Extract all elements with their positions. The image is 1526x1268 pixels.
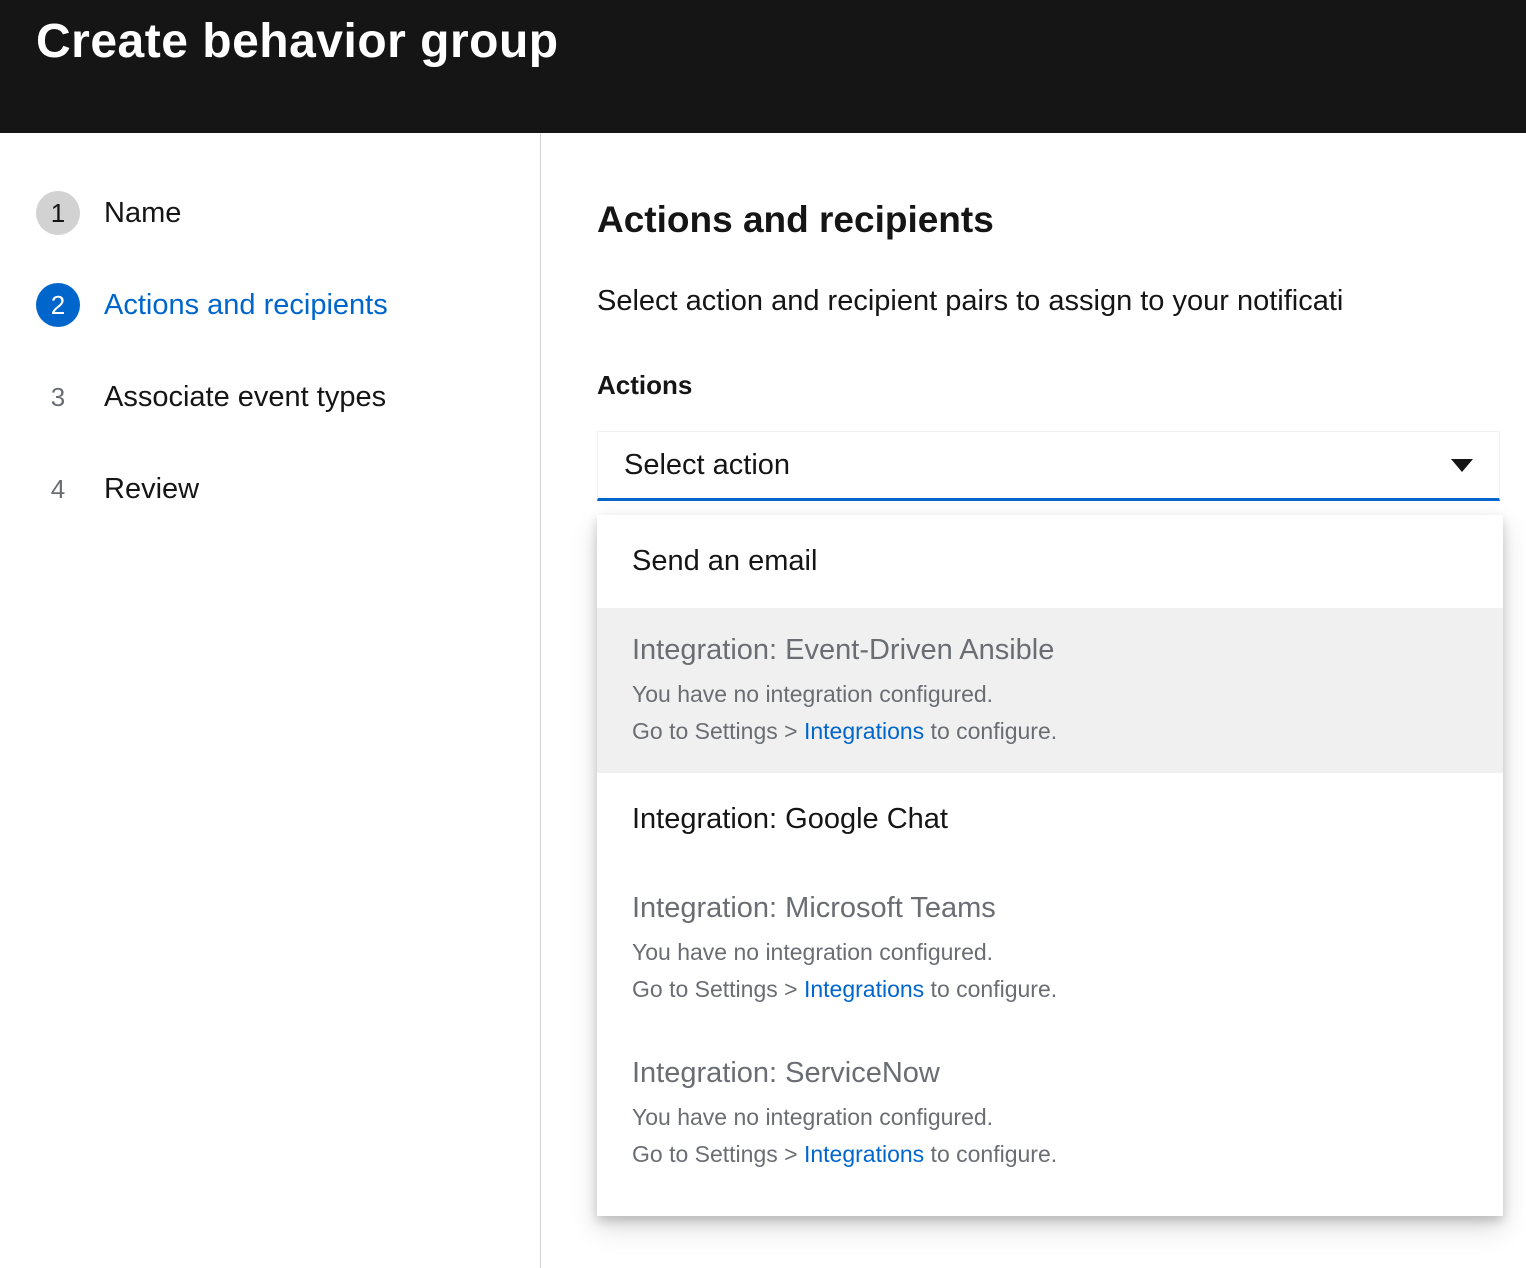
dropdown-item-google-chat[interactable]: Integration: Google Chat <box>597 773 1503 866</box>
integrations-link[interactable]: Integrations <box>804 1141 924 1167</box>
dropdown-item-event-driven-ansible: Integration: Event-Driven Ansible You ha… <box>597 608 1503 773</box>
wizard-step-actions-and-recipients[interactable]: 2 Actions and recipients <box>36 283 540 327</box>
dropdown-item-microsoft-teams: Integration: Microsoft Teams You have no… <box>597 866 1503 1031</box>
wizard-step-associate-event-types[interactable]: 3 Associate event types <box>36 375 540 419</box>
item-label: Integration: Event-Driven Ansible <box>632 634 1468 667</box>
caret-down-icon <box>1451 459 1473 472</box>
page-header: Create behavior group <box>0 0 1526 133</box>
page-title: Create behavior group <box>36 14 1526 69</box>
item-configure-text: Go to Settings > Integrations to configu… <box>632 1141 1468 1168</box>
wizard-step-review[interactable]: 4 Review <box>36 467 540 511</box>
integrations-link[interactable]: Integrations <box>804 976 924 1002</box>
dropdown-item-servicenow: Integration: ServiceNow You have no inte… <box>597 1031 1503 1196</box>
wizard-step-name[interactable]: 1 Name <box>36 191 540 235</box>
item-description: You have no integration configured. <box>632 681 1468 708</box>
step-number-badge: 4 <box>36 467 80 511</box>
item-label: Integration: ServiceNow <box>632 1057 1468 1090</box>
wizard-nav: 1 Name 2 Actions and recipients 3 Associ… <box>0 133 541 1268</box>
step-label: Review <box>104 473 199 506</box>
actions-field-label: Actions <box>597 370 1526 401</box>
step-label: Actions and recipients <box>104 289 388 322</box>
item-configure-text: Go to Settings > Integrations to configu… <box>632 976 1468 1003</box>
app-window: Create behavior group 1 Name 2 Actions a… <box>0 0 1526 1268</box>
wizard-step-content: Actions and recipients Select action and… <box>541 133 1526 1268</box>
dropdown-item-send-email[interactable]: Send an email <box>597 515 1503 608</box>
integrations-link[interactable]: Integrations <box>804 718 924 744</box>
step-number-badge: 3 <box>36 375 80 419</box>
step-label: Associate event types <box>104 381 386 414</box>
action-select-toggle[interactable]: Select action <box>597 431 1500 501</box>
item-configure-text: Go to Settings > Integrations to configu… <box>632 718 1468 745</box>
item-description: You have no integration configured. <box>632 1104 1468 1131</box>
select-value: Select action <box>624 449 790 482</box>
section-description: Select action and recipient pairs to ass… <box>597 285 1526 318</box>
step-number-badge: 2 <box>36 283 80 327</box>
step-number-badge: 1 <box>36 191 80 235</box>
step-label: Name <box>104 197 181 230</box>
item-description: You have no integration configured. <box>632 939 1468 966</box>
section-title: Actions and recipients <box>597 199 1526 241</box>
item-label: Integration: Microsoft Teams <box>632 892 1468 925</box>
action-dropdown-menu: Send an email Integration: Event-Driven … <box>597 515 1503 1216</box>
